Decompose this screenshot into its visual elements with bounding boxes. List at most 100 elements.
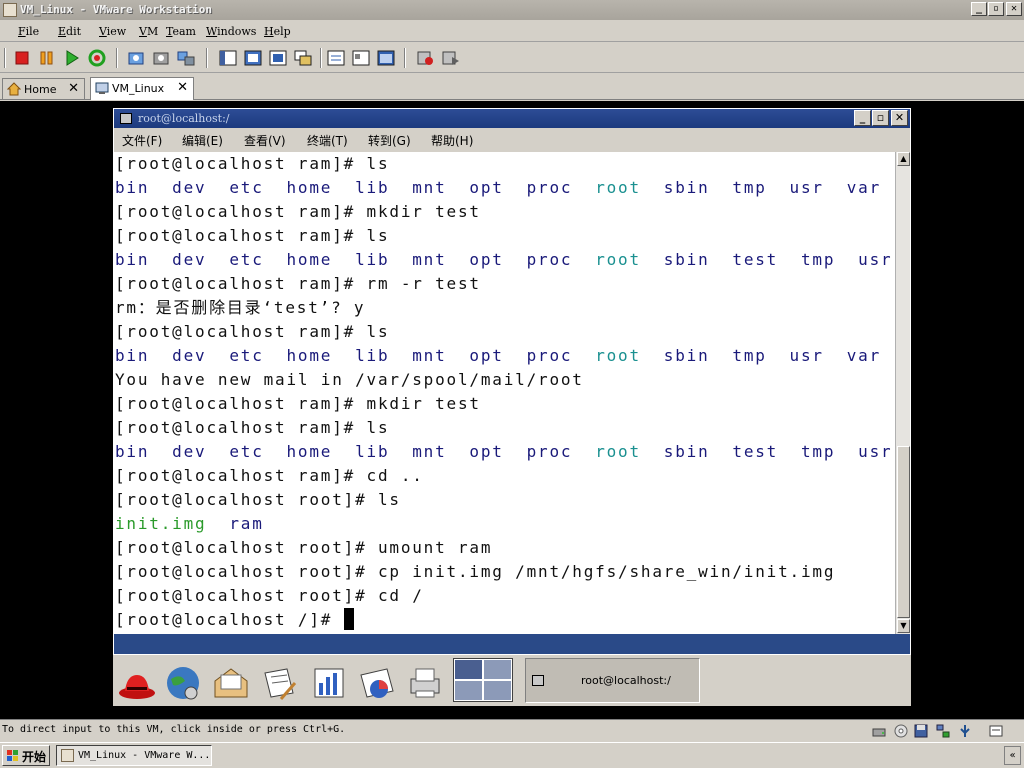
power-off-icon[interactable] bbox=[12, 48, 32, 68]
terminal-text: bin dev etc home lib mnt opt proc bbox=[115, 178, 596, 197]
toolbar-separator bbox=[320, 48, 322, 68]
scroll-down-icon[interactable]: ▼ bbox=[897, 619, 910, 633]
printer-icon[interactable] bbox=[405, 663, 445, 703]
restore-button[interactable]: ▫ bbox=[988, 2, 1004, 16]
start-button[interactable]: 开始 bbox=[2, 745, 50, 766]
quick-switch-icon[interactable] bbox=[243, 48, 263, 68]
terminal-line: rm：是否删除目录‘test’? y bbox=[115, 296, 895, 320]
snapshot-manager-icon[interactable] bbox=[176, 48, 196, 68]
presentation-icon[interactable] bbox=[357, 663, 397, 703]
tab-bar: Home ✕ VM_Linux ✕ bbox=[0, 74, 1024, 100]
guest-menu-view[interactable]: 查看(V) bbox=[244, 132, 286, 149]
spreadsheet-icon[interactable] bbox=[309, 663, 349, 703]
tray-expand-icon[interactable]: « bbox=[1004, 746, 1021, 765]
scroll-up-icon[interactable]: ▲ bbox=[897, 152, 910, 166]
tab-home-close-icon[interactable]: ✕ bbox=[68, 81, 79, 96]
terminal-output[interactable]: [root@localhost ram]# ls bin dev etc home… bbox=[114, 152, 895, 634]
home-icon bbox=[7, 82, 21, 96]
tab-home-label: Home bbox=[24, 83, 57, 96]
mail-icon[interactable] bbox=[211, 663, 251, 703]
menu-vm[interactable]: VM bbox=[139, 25, 158, 38]
minimize-button[interactable]: _ bbox=[971, 2, 987, 16]
vmware-titlebar: VM_Linux - VMware Workstation _ ▫ ✕ bbox=[0, 0, 1024, 20]
terminal-line: bin dev etc home lib mnt opt proc root s… bbox=[115, 248, 895, 272]
menu-windows[interactable]: Windows bbox=[206, 25, 256, 38]
guest-menu-file[interactable]: 文件(F) bbox=[122, 132, 162, 149]
replay-icon[interactable] bbox=[441, 48, 461, 68]
sidebar-icon[interactable] bbox=[218, 48, 238, 68]
terminal-line: [root@localhost ram]# mkdir test bbox=[115, 392, 895, 416]
taskbar-vmware-label: VM_Linux - VMware W... bbox=[78, 750, 211, 761]
guest-menu-terminal[interactable]: 终端(T) bbox=[307, 132, 348, 149]
terminal-text: [root@localhost ram]# mkdir test bbox=[115, 202, 481, 221]
status-message: To direct input to this VM, click inside… bbox=[2, 724, 346, 735]
windows-logo-icon bbox=[7, 750, 18, 761]
guest-menu-go[interactable]: 转到(G) bbox=[368, 132, 411, 149]
scroll-thumb[interactable] bbox=[897, 446, 910, 618]
workspace-3[interactable] bbox=[454, 680, 483, 701]
guest-menu-help[interactable]: 帮助(H) bbox=[431, 132, 473, 149]
tab-vm-linux-label: VM_Linux bbox=[112, 82, 165, 95]
guest-maximize-button[interactable]: ▫ bbox=[872, 110, 889, 126]
floppy-icon[interactable] bbox=[914, 724, 928, 738]
menu-edit[interactable]: Edit bbox=[58, 25, 81, 38]
terminal-line: bin dev etc home lib mnt opt proc root s… bbox=[115, 176, 895, 200]
terminal-line: [root@localhost ram]# ls bbox=[115, 416, 895, 440]
terminal-text: [root@localhost root]# cd / bbox=[115, 586, 424, 605]
terminal-text: [root@localhost root]# cp init.img /mnt/… bbox=[115, 562, 836, 581]
terminal-text: [root@localhost ram]# ls bbox=[115, 226, 390, 245]
workspace-pager[interactable] bbox=[453, 658, 513, 702]
terminal-scrollbar[interactable]: ▲ ▼ bbox=[895, 152, 910, 634]
terminal-line: [root@localhost root]# ls bbox=[115, 488, 895, 512]
terminal-text: ram bbox=[206, 514, 264, 533]
terminal-text: [root@localhost ram]# cd .. bbox=[115, 466, 424, 485]
tab-home[interactable]: Home ✕ bbox=[2, 78, 85, 99]
writer-icon[interactable] bbox=[259, 663, 299, 703]
guest-taskbar-item[interactable]: root@localhost:/ bbox=[525, 658, 700, 703]
message-log-icon[interactable] bbox=[989, 724, 1003, 738]
toolbar bbox=[0, 43, 1024, 73]
terminal-text: [root@localhost ram]# rm -r test bbox=[115, 274, 481, 293]
snapshot-icon[interactable] bbox=[126, 48, 146, 68]
appliance-view-icon[interactable] bbox=[351, 48, 371, 68]
record-icon[interactable] bbox=[416, 48, 436, 68]
taskbar-vmware-button[interactable]: VM_Linux - VMware W... bbox=[56, 745, 212, 766]
terminal-text: [root@localhost root]# umount ram bbox=[115, 538, 493, 557]
guest-desktop-strip bbox=[114, 634, 910, 654]
summary-view-icon[interactable] bbox=[326, 48, 346, 68]
full-screen-icon[interactable] bbox=[268, 48, 288, 68]
menu-view[interactable]: View bbox=[99, 25, 126, 38]
guest-menu-edit[interactable]: 编辑(E) bbox=[182, 132, 223, 149]
unity-icon[interactable] bbox=[293, 48, 313, 68]
hard-disk-icon[interactable] bbox=[872, 724, 886, 738]
revert-snapshot-icon[interactable] bbox=[151, 48, 171, 68]
tab-vm-linux-close-icon[interactable]: ✕ bbox=[177, 80, 188, 95]
workspace-2[interactable] bbox=[483, 659, 512, 680]
menu-file[interactable]: File bbox=[18, 25, 39, 38]
terminal-text: [root@localhost root]# ls bbox=[115, 490, 401, 509]
web-browser-icon[interactable] bbox=[163, 663, 203, 703]
console-view-icon[interactable] bbox=[376, 48, 396, 68]
usb-icon[interactable] bbox=[958, 724, 972, 738]
guest-menu-bar: 文件(F) 编辑(E) 查看(V) 终端(T) 转到(G) 帮助(H) bbox=[114, 128, 910, 152]
workspace-4[interactable] bbox=[483, 680, 512, 701]
power-on-icon[interactable] bbox=[62, 48, 82, 68]
close-button[interactable]: ✕ bbox=[1006, 2, 1022, 16]
guest-minimize-button[interactable]: _ bbox=[854, 110, 871, 126]
vmware-app-icon bbox=[61, 749, 74, 762]
guest-close-button[interactable]: ✕ bbox=[891, 110, 908, 126]
menu-team[interactable]: Team bbox=[166, 25, 196, 38]
network-icon[interactable] bbox=[936, 724, 950, 738]
status-bar: To direct input to this VM, click inside… bbox=[0, 719, 1024, 741]
reset-icon[interactable] bbox=[87, 48, 107, 68]
menu-help[interactable]: Help bbox=[264, 25, 291, 38]
cdrom-icon[interactable] bbox=[894, 724, 908, 738]
terminal-text: bin dev etc home lib mnt opt proc bbox=[115, 442, 596, 461]
guest-window-titlebar[interactable]: root@localhost:/ _ ▫ ✕ bbox=[114, 109, 910, 128]
vm-icon bbox=[95, 82, 109, 94]
tab-vm-linux[interactable]: VM_Linux ✕ bbox=[90, 77, 194, 100]
guest-taskbar-item-label: root@localhost:/ bbox=[581, 674, 671, 687]
pause-icon[interactable] bbox=[37, 48, 57, 68]
redhat-icon[interactable] bbox=[117, 663, 157, 703]
workspace-1[interactable] bbox=[454, 659, 483, 680]
